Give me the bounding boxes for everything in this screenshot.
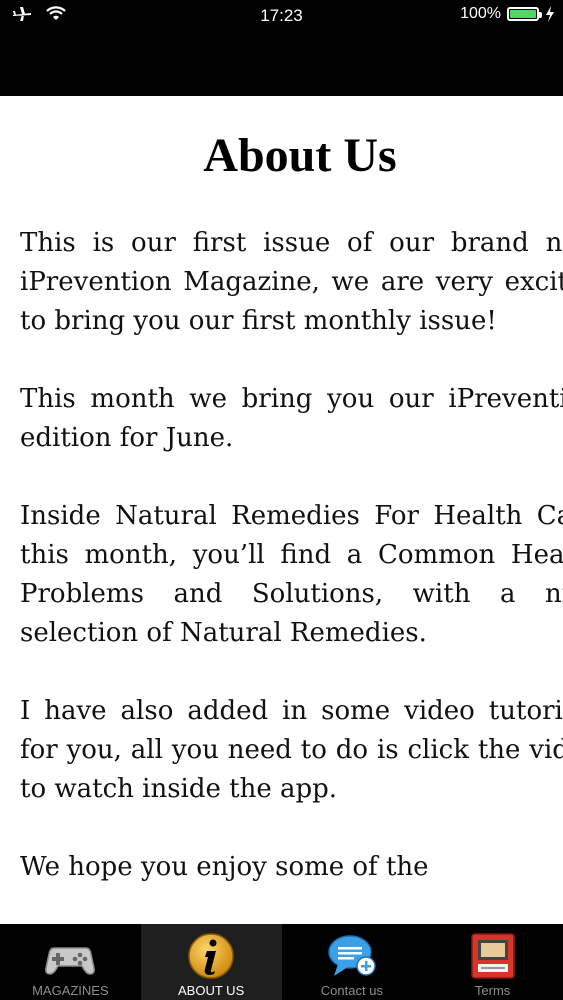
paragraph: This is our first issue of our brand new… bbox=[20, 228, 563, 336]
tab-contact-us[interactable]: Contact us bbox=[282, 924, 423, 1000]
info-icon bbox=[188, 933, 234, 979]
battery-percent: 100% bbox=[460, 5, 501, 22]
paragraph: We hope you enjoy some of the bbox=[20, 852, 429, 882]
tab-magazines[interactable]: MAGAZINES bbox=[0, 924, 141, 1000]
about-content[interactable]: About Us This is our first issue of our … bbox=[0, 96, 563, 924]
tab-label: Terms bbox=[474, 983, 511, 998]
status-right: 100% bbox=[460, 5, 555, 23]
tab-label: MAGAZINES bbox=[32, 983, 109, 998]
charging-bolt-icon bbox=[546, 6, 554, 22]
gamepad-icon bbox=[45, 947, 96, 975]
paragraph: This month we bring you our iPrevention … bbox=[20, 384, 563, 453]
tab-bar: MAGAZINES ABOUT US Contact us Terms bbox=[0, 924, 563, 1000]
paragraph: Inside Natural Remedies For Health Care … bbox=[20, 501, 563, 648]
battery-icon bbox=[507, 7, 542, 21]
navigation-bar bbox=[0, 34, 563, 96]
document-icon bbox=[470, 933, 515, 979]
chat-bubble-icon bbox=[328, 935, 376, 976]
tab-label: Contact us bbox=[320, 983, 383, 998]
about-text: This is our first issue of our brand new… bbox=[20, 224, 563, 924]
tab-about-us[interactable]: ABOUT US bbox=[140, 924, 282, 1000]
tab-label: ABOUT US bbox=[178, 983, 245, 998]
paragraph: I have also added in some video tutorial… bbox=[20, 696, 563, 804]
tab-terms[interactable]: Terms bbox=[422, 924, 563, 1000]
page-title: About Us bbox=[203, 129, 397, 182]
status-bar: 17:23 100% bbox=[0, 0, 563, 34]
